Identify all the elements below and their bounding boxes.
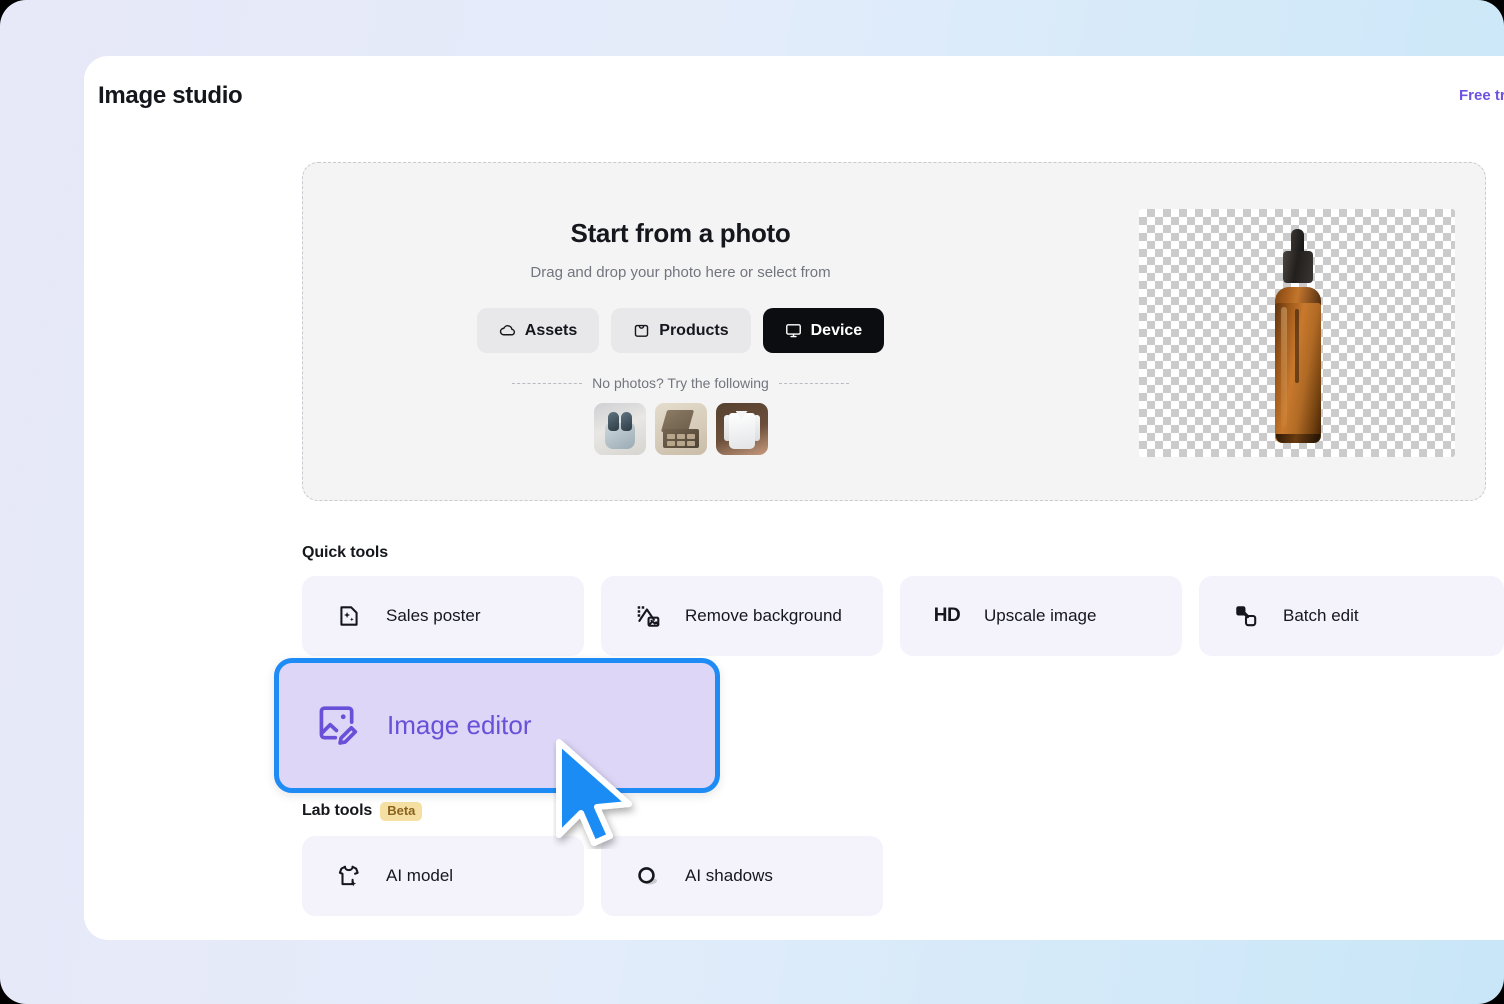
source-button-device-label: Device (810, 321, 863, 339)
palette-pan-shape (666, 441, 675, 446)
tool-card-ai-model-label: AI model (386, 866, 454, 885)
bottle-gloss-shape (1281, 307, 1287, 427)
tool-card-remove-background[interactable]: Remove background (601, 576, 883, 656)
free-trial-link[interactable]: Free tr (1459, 87, 1504, 104)
tool-card-image-editor[interactable]: Image editor (274, 658, 720, 793)
source-button-assets[interactable]: Assets (476, 308, 600, 353)
tool-card-image-editor-label: Image editor (387, 710, 532, 740)
image-edit-icon (315, 701, 359, 750)
hd-icon: HD (933, 605, 961, 626)
pipette-shape (1295, 309, 1299, 383)
shadow-circle-icon (633, 863, 663, 889)
source-button-group: Assets Products Device (303, 308, 1058, 353)
tool-card-ai-model[interactable]: AI model (302, 836, 584, 916)
tool-card-batch-edit-label: Batch edit (1283, 606, 1359, 625)
palette-pan-shape (686, 434, 695, 439)
sample-thumbnail-list (303, 403, 1058, 455)
divider-label: No photos? Try the following (592, 375, 769, 391)
palette-pan-shape (676, 434, 685, 439)
bag-icon (633, 322, 650, 339)
cloud-icon (499, 322, 516, 339)
dropper-cap-shape (1283, 251, 1313, 283)
tool-card-sales-poster-label: Sales poster (386, 606, 481, 625)
bottle-bottom-shape (1276, 434, 1320, 443)
tool-card-ai-shadows-label: AI shadows (685, 866, 773, 885)
tool-card-upscale-image-label: Upscale image (984, 606, 1097, 625)
palette-pan-shape (676, 441, 685, 446)
tool-card-batch-edit[interactable]: Batch edit (1199, 576, 1504, 656)
dropzone-divider: No photos? Try the following (303, 375, 1058, 391)
tool-card-remove-background-label: Remove background (685, 606, 842, 625)
tool-card-sales-poster[interactable]: Sales poster (302, 576, 584, 656)
image-studio-panel: Image studio Free tr Start from a photo … (84, 56, 1504, 940)
source-button-device[interactable]: Device (762, 308, 885, 353)
source-button-products[interactable]: Products (611, 308, 751, 353)
sparkle-document-icon (334, 603, 364, 629)
tool-card-upscale-image[interactable]: HD Upscale image (900, 576, 1182, 656)
quick-tools-heading: Quick tools (302, 544, 389, 561)
tshirt-sparkle-icon (334, 863, 364, 889)
source-button-products-label: Products (659, 321, 729, 339)
earbuds-thumbnail[interactable] (593, 403, 646, 455)
beta-badge: Beta (380, 802, 423, 821)
lab-tools-heading-group: Lab tools Beta (302, 802, 423, 821)
page-title: Image studio (98, 82, 243, 109)
monitor-icon (785, 322, 802, 339)
palette-pan-shape (666, 434, 675, 439)
bottle-illustration (1267, 229, 1329, 445)
earbud-right-shape (620, 412, 632, 431)
lab-tools-heading: Lab tools (302, 802, 373, 820)
header: Image studio Free tr (84, 56, 1504, 138)
remove-background-icon (633, 603, 663, 629)
source-button-assets-label: Assets (524, 321, 578, 339)
amber-dropper-bottle-preview (1139, 209, 1455, 457)
app-background: Image studio Free tr Start from a photo … (0, 0, 1504, 1004)
photo-dropzone[interactable]: Start from a photo Drag and drop your ph… (302, 162, 1486, 501)
white-shirt-thumbnail[interactable] (715, 403, 768, 455)
tool-card-ai-shadows[interactable]: AI shadows (601, 836, 883, 916)
makeup-palette-thumbnail[interactable] (654, 403, 707, 455)
divider-line-left (512, 382, 583, 384)
dropzone-left-column: Start from a photo Drag and drop your ph… (303, 163, 1058, 500)
batch-layers-icon (1231, 603, 1261, 629)
palette-pan-shape (686, 441, 695, 446)
dropzone-title: Start from a photo (570, 218, 791, 248)
divider-line-right (778, 382, 849, 384)
earbud-left-shape (607, 412, 619, 431)
dropzone-subtitle: Drag and drop your photo here or select … (530, 264, 831, 281)
